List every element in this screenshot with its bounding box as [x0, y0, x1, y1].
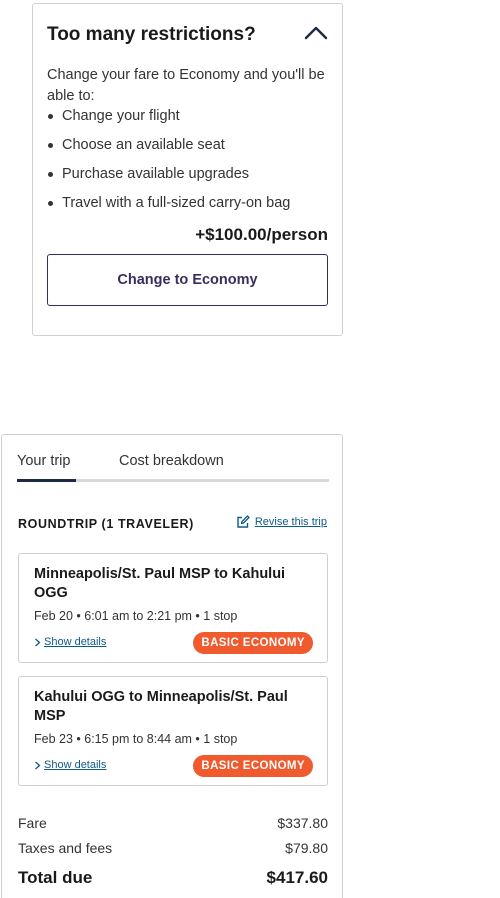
cost-row-fare: Fare $337.80 [18, 815, 328, 831]
flight-route: Kahului OGG to Minneapolis/St. Paul MSP [34, 689, 288, 724]
taxes-label: Taxes and fees [18, 840, 113, 856]
upgrade-price: +$100.00/person [195, 225, 328, 244]
flight-segment-outbound: Minneapolis/St. Paul MSP to Kahului OGG … [18, 553, 328, 663]
restrictions-card: Too many restrictions? Change your fare … [32, 3, 343, 336]
show-details-link[interactable]: Show details [34, 759, 106, 771]
show-details-label[interactable]: Show details [44, 759, 106, 771]
cost-row-total: Total due $417.60 [18, 868, 328, 888]
total-label: Total due [18, 868, 93, 887]
flight-route: Minneapolis/St. Paul MSP to Kahului OGG [34, 566, 286, 601]
fare-class-badge: BASIC ECONOMY [193, 632, 313, 654]
fare-label: Fare [18, 815, 47, 831]
edit-icon [236, 515, 250, 529]
trip-summary-card: Your trip Cost breakdown ROUNDTRIP (1 TR… [1, 434, 343, 898]
cost-row-taxes: Taxes and fees $79.80 [18, 840, 328, 856]
revise-trip-label[interactable]: Revise this trip [255, 516, 327, 528]
benefit-item: Purchase available upgrades [47, 164, 332, 193]
benefit-list: Change your flight Choose an available s… [47, 106, 332, 222]
chevron-right-icon [34, 761, 41, 770]
active-tab-indicator [17, 479, 76, 482]
tab-cost-breakdown[interactable]: Cost breakdown [119, 453, 224, 469]
benefit-item: Choose an available seat [47, 135, 332, 164]
taxes-value: $79.80 [285, 840, 328, 856]
benefit-item: Travel with a full-sized carry-on bag [47, 193, 332, 222]
chevron-right-icon [34, 638, 41, 647]
revise-trip-link[interactable]: Revise this trip [236, 515, 327, 529]
fare-value: $337.80 [277, 815, 328, 831]
trip-summary-label: ROUNDTRIP (1 TRAVELER) [18, 517, 194, 531]
benefit-item: Change your flight [47, 106, 332, 135]
tab-your-trip[interactable]: Your trip [17, 453, 70, 469]
change-to-economy-button[interactable]: Change to Economy [47, 254, 328, 306]
flight-segment-return: Kahului OGG to Minneapolis/St. Paul MSP … [18, 676, 328, 786]
trip-tabs: Your trip Cost breakdown [17, 435, 329, 483]
restrictions-title: Too many restrictions? [47, 24, 256, 45]
fare-class-badge: BASIC ECONOMY [193, 755, 313, 777]
restrictions-intro: Change your fare to Economy and you'll b… [47, 67, 325, 104]
total-value: $417.60 [266, 868, 328, 887]
chevron-up-icon[interactable] [304, 26, 328, 40]
flight-info: Feb 20 • 6:01 am to 2:21 pm • 1 stop [34, 609, 238, 623]
show-details-label[interactable]: Show details [44, 636, 106, 648]
flight-info: Feb 23 • 6:15 pm to 8:44 am • 1 stop [34, 732, 238, 746]
show-details-link[interactable]: Show details [34, 636, 106, 648]
